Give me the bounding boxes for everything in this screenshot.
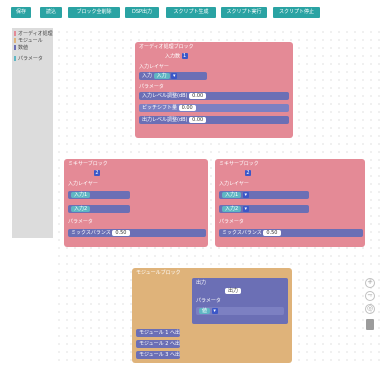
save-button[interactable]: 保存 (11, 7, 31, 18)
stop-script-button[interactable]: スクリプト停止 (273, 7, 320, 18)
audio-block-top[interactable]: オーディオ処理ブロック 入力数 1 入力レイヤー 入力 入力 ▾ パラメータ 入… (135, 42, 293, 138)
category-color-swatch (14, 56, 16, 61)
param-row[interactable]: ミックスバランス 0.50 (68, 229, 206, 237)
input-layer-label: 入力レイヤー (219, 181, 249, 187)
module-output-line[interactable]: モジュール 2 へ出力 (136, 340, 180, 348)
category-color-swatch (14, 31, 16, 36)
param-dropdown[interactable]: 値 (199, 307, 211, 314)
zoom-in-button[interactable]: + (365, 278, 375, 288)
dsp-output-button[interactable]: DSP出力 (125, 7, 159, 18)
slot-row: 2 (94, 170, 100, 177)
param-value[interactable]: 0.50 (263, 229, 281, 236)
category-label: モジュール (18, 38, 43, 44)
category-color-swatch (14, 38, 16, 43)
input-statement[interactable]: 入力 入力 ▾ (139, 72, 207, 80)
input-statement[interactable]: 入力1 (68, 191, 130, 199)
category-number[interactable]: 数値 (14, 45, 28, 51)
param-value[interactable]: 0.00 (189, 92, 207, 99)
param-value[interactable]: 0.00 (189, 116, 207, 123)
zoom-out-button[interactable]: − (365, 291, 375, 301)
block-header: ミキサーブロック (219, 161, 259, 167)
param-row[interactable]: ピッチシフト量 0.00 (139, 104, 289, 112)
block-category-sidebar: オーディオ処理 モジュール 数値 パラメータ (12, 28, 53, 238)
input-statement[interactable]: 入力2 ▾ (219, 205, 309, 213)
output-statement[interactable]: 出力 (222, 287, 286, 295)
param-value[interactable]: 0.50 (112, 229, 130, 236)
category-param[interactable]: パラメータ (14, 56, 43, 62)
count-slot[interactable]: 2 (245, 170, 251, 176)
module-output-line[interactable]: モジュール 3 へ出力 (136, 351, 180, 359)
output-dropdown[interactable]: 出力 (225, 287, 242, 294)
params-label: パラメータ (68, 219, 93, 225)
slot-label: 入力数 1 (165, 53, 188, 60)
block-header: オーディオ処理ブロック (139, 44, 194, 50)
generate-script-button[interactable]: スクリプト生成 (166, 7, 216, 18)
param-slot-square[interactable]: ▾ (211, 307, 218, 314)
block-header: ミキサーブロック (68, 161, 108, 167)
input-slot-square[interactable]: ▾ (171, 72, 178, 79)
mixer-block-right[interactable]: ミキサーブロック 2 入力レイヤー 入力1 ▾ 入力2 ▾ パラメータ ミックス… (215, 159, 365, 247)
module-output-line[interactable]: モジュール 1 へ出力 (136, 329, 180, 337)
input-dropdown[interactable]: 入力1 (71, 191, 91, 198)
block-workspace[interactable]: オーディオ処理ブロック 入力数 1 入力レイヤー 入力 入力 ▾ パラメータ 入… (55, 28, 385, 365)
category-label: 数値 (18, 45, 29, 51)
toolbar: 保存 読込 ブロック全削除 DSP出力 スクリプト生成 スクリプト実行 スクリプ… (0, 0, 385, 20)
category-audio[interactable]: オーディオ処理 (14, 31, 53, 37)
input-dropdown[interactable]: 入力2 (71, 205, 91, 212)
trash-icon[interactable] (366, 319, 374, 330)
param-row[interactable]: 出力レベル調整(dB) 0.00 (139, 116, 289, 124)
reset-zoom-button[interactable]: ◎ (365, 304, 375, 314)
param-statement[interactable]: 値 ▾ (196, 307, 284, 315)
param-value[interactable]: 0.00 (178, 104, 196, 111)
input-dropdown[interactable]: 入力1 (222, 191, 242, 198)
block-header: モジュールブロック (136, 270, 181, 276)
params-label: パラメータ (139, 84, 164, 90)
input-statement[interactable]: 入力2 (68, 205, 130, 213)
param-row[interactable]: ミックスバランス 0.50 (219, 229, 363, 237)
module-block-bottom[interactable]: モジュールブロック 出力 出力 パラメータ 値 ▾ モジュール 1 へ出力 モジ… (132, 268, 292, 363)
count-slot[interactable]: 1 (181, 53, 188, 59)
load-button[interactable]: 読込 (40, 7, 62, 18)
run-script-button[interactable]: スクリプト実行 (221, 7, 267, 18)
param-label: パラメータ (196, 298, 221, 304)
params-label: パラメータ (219, 219, 244, 225)
input-slot-square[interactable]: ▾ (242, 205, 249, 212)
mixer-block-left[interactable]: ミキサーブロック 2 入力レイヤー 入力1 入力2 パラメータ ミックスバランス… (64, 159, 208, 247)
input-slot-square[interactable]: ▾ (242, 191, 249, 198)
slot-row: 2 (245, 170, 251, 177)
input-layer-label: 入力レイヤー (139, 64, 169, 70)
output-label: 出力 (196, 280, 207, 286)
category-label: オーディオ処理 (18, 31, 53, 37)
input-dropdown[interactable]: 入力2 (222, 205, 242, 212)
param-row[interactable]: 入力レベル調整(dB) 0.00 (139, 92, 289, 100)
category-label: パラメータ (18, 56, 43, 62)
category-color-swatch (14, 45, 16, 50)
input-dropdown[interactable]: 入力 (153, 72, 170, 79)
input-layer-label: 入力レイヤー (68, 181, 98, 187)
clear-blocks-button[interactable]: ブロック全削除 (68, 7, 120, 18)
count-slot[interactable]: 2 (94, 170, 100, 176)
input-statement[interactable]: 入力1 ▾ (219, 191, 309, 199)
category-module[interactable]: モジュール (14, 38, 43, 44)
